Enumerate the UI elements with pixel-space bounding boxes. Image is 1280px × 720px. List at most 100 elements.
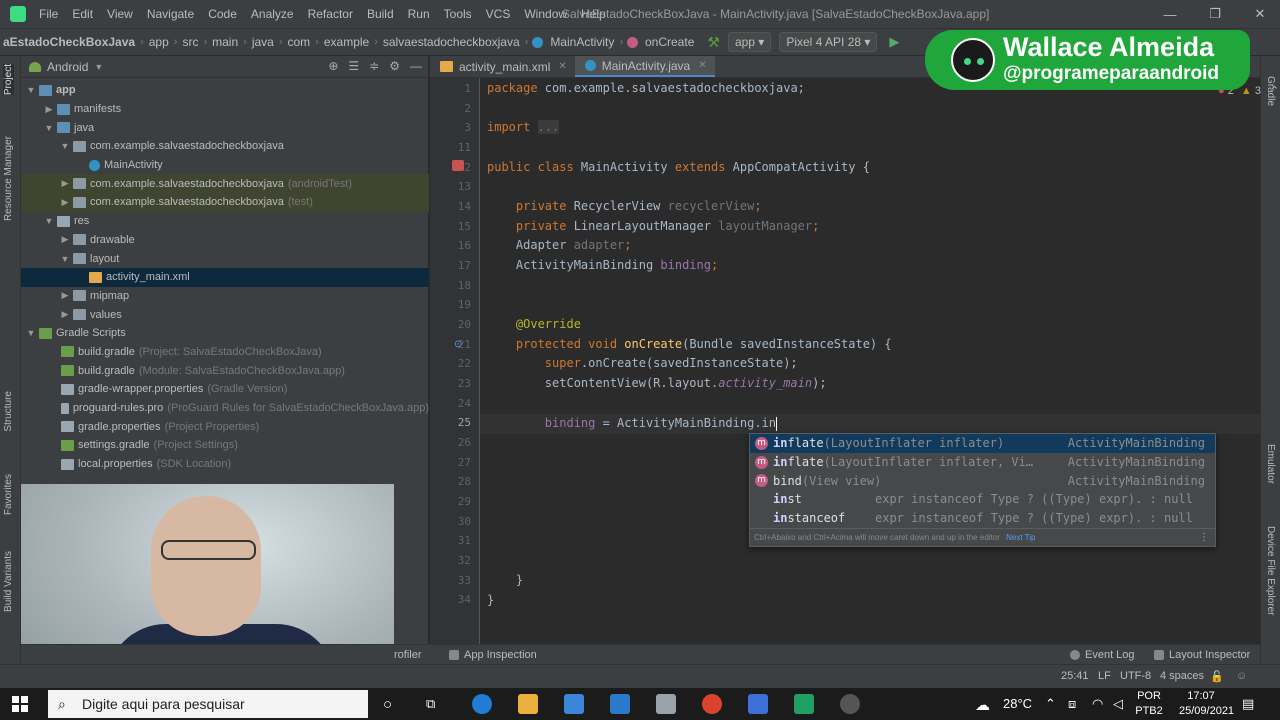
face-icon[interactable]: ☺ bbox=[1236, 670, 1247, 682]
chevron-down-icon[interactable]: ▼ bbox=[94, 62, 103, 72]
chevron-right-icon[interactable]: ▶ bbox=[59, 178, 71, 189]
tree-item-manifests[interactable]: ▶ manifests bbox=[21, 100, 429, 119]
chevron-down-icon[interactable]: ▼ bbox=[43, 216, 55, 226]
close-icon[interactable]: ✕ bbox=[558, 61, 566, 72]
chevron-right-icon[interactable]: ▶ bbox=[43, 104, 55, 115]
tree-item-activity-main-xml[interactable]: activity_main.xml bbox=[21, 267, 429, 287]
code-editor[interactable]: 1 2 3 11 12 13 14 15 16 17 18 19 20 21 2… bbox=[430, 78, 1279, 644]
run-gutter-icon[interactable] bbox=[452, 160, 464, 171]
tab-device-file-explorer[interactable]: Device File Explorer bbox=[1265, 526, 1276, 615]
weather-temperature[interactable]: 28°C bbox=[1003, 696, 1032, 711]
line-separator[interactable]: LF bbox=[1098, 670, 1111, 682]
gear-icon[interactable]: ⚙ bbox=[389, 59, 400, 73]
windows-start-icon[interactable] bbox=[12, 696, 28, 712]
breadcrumb-example[interactable]: example bbox=[321, 35, 372, 49]
menu-code[interactable]: Code bbox=[201, 0, 244, 28]
network-icon[interactable]: ⧈ bbox=[1068, 696, 1076, 712]
project-view-select[interactable]: Android bbox=[47, 60, 88, 74]
tree-item-build-gradle-module[interactable]: build.gradle (Module: SalvaEstadoCheckBox… bbox=[21, 361, 429, 380]
store-icon[interactable] bbox=[564, 694, 584, 714]
tree-item-gradle-scripts[interactable]: ▼ Gradle Scripts bbox=[21, 324, 429, 343]
menu-vcs[interactable]: VCS bbox=[479, 0, 518, 28]
weather-icon[interactable]: ☁ bbox=[975, 696, 990, 714]
menu-tools[interactable]: Tools bbox=[437, 0, 479, 28]
breadcrumb-app[interactable]: app bbox=[146, 35, 172, 49]
chevron-down-icon[interactable]: ▼ bbox=[25, 85, 37, 95]
tree-item-java[interactable]: ▼ java bbox=[21, 118, 429, 137]
breadcrumb-project[interactable]: aEstadoCheckBoxJava bbox=[0, 35, 138, 49]
breadcrumb-package[interactable]: salvaestadocheckboxjava bbox=[380, 35, 523, 49]
completion-item[interactable]: m inflate (LayoutInflater inflater, Vi… … bbox=[750, 453, 1215, 472]
obs-icon[interactable] bbox=[840, 694, 860, 714]
hide-panel-icon[interactable]: — bbox=[410, 59, 422, 73]
tree-item-layout[interactable]: ▼ layout bbox=[21, 249, 429, 268]
hammer-icon[interactable]: ⚒ bbox=[707, 34, 720, 51]
tab-mainactivity-java[interactable]: MainActivity.java ✕ bbox=[574, 56, 715, 77]
chevron-down-icon[interactable]: ▼ bbox=[59, 254, 71, 264]
tab-event-log[interactable]: Event Log bbox=[1070, 649, 1135, 661]
collapse-all-icon[interactable]: ☰ bbox=[348, 59, 359, 73]
language-indicator[interactable]: POR PTB2 bbox=[1134, 688, 1164, 719]
breadcrumb-com[interactable]: com bbox=[285, 35, 314, 49]
notifications-icon[interactable]: ▤ bbox=[1242, 696, 1254, 712]
menu-file[interactable]: File bbox=[32, 0, 65, 28]
tab-activity-main-xml[interactable]: activity_main.xml ✕ bbox=[430, 56, 575, 77]
breadcrumb-method[interactable]: onCreate bbox=[642, 35, 697, 49]
tree-item-mipmap[interactable]: ▶ mipmap bbox=[21, 287, 429, 306]
menu-build[interactable]: Build bbox=[360, 0, 401, 28]
menu-analyze[interactable]: Analyze bbox=[244, 0, 301, 28]
tab-profiler[interactable]: rofiler bbox=[394, 649, 422, 661]
tree-item-gradle-properties[interactable]: gradle.properties (Project Properties) bbox=[21, 417, 429, 436]
tree-item-package-androidtest[interactable]: ▶ com.example.salvaestadocheckboxjava (and… bbox=[21, 174, 429, 194]
tree-item-package[interactable]: ▼ com.example.salvaestadocheckboxjava bbox=[21, 137, 429, 156]
tree-item-gradle-wrapper[interactable]: gradle-wrapper.properties (Gradle Version… bbox=[21, 380, 429, 399]
tab-emulator[interactable]: Emulator bbox=[1265, 444, 1276, 484]
tab-resource-manager[interactable]: Resource Manager bbox=[3, 136, 14, 221]
caret-position[interactable]: 25:41 bbox=[1061, 670, 1089, 682]
chevron-right-icon[interactable]: ▶ bbox=[59, 290, 71, 301]
tab-layout-inspector[interactable]: Layout Inspector bbox=[1154, 649, 1250, 661]
mail-icon[interactable] bbox=[610, 694, 630, 714]
completion-item[interactable]: m inflate (LayoutInflater inflater) Acti… bbox=[750, 434, 1215, 453]
tree-item-mainactivity[interactable]: MainActivity bbox=[21, 156, 429, 175]
chevron-down-icon[interactable]: ▼ bbox=[43, 123, 55, 133]
maximize-button[interactable]: ❐ bbox=[1195, 0, 1235, 28]
tab-structure[interactable]: Structure bbox=[3, 391, 14, 432]
code-completion-popup[interactable]: m inflate (LayoutInflater inflater) Acti… bbox=[749, 433, 1216, 547]
chrome-icon[interactable] bbox=[702, 694, 722, 714]
menu-view[interactable]: View bbox=[100, 0, 140, 28]
close-icon[interactable]: ✕ bbox=[698, 60, 706, 71]
completion-item[interactable]: m bind (View view) ActivityMainBinding bbox=[750, 471, 1215, 490]
tree-item-values[interactable]: ▶ values bbox=[21, 305, 429, 324]
folded-imports[interactable]: ... bbox=[537, 120, 560, 134]
file-encoding[interactable]: UTF-8 bbox=[1120, 670, 1151, 682]
menu-edit[interactable]: Edit bbox=[65, 0, 100, 28]
minimize-button[interactable]: — bbox=[1150, 0, 1190, 28]
tab-build-variants[interactable]: Build Variants bbox=[3, 551, 14, 612]
tab-favorites[interactable]: Favorites bbox=[3, 474, 14, 515]
breadcrumb-class[interactable]: MainActivity bbox=[547, 35, 617, 49]
android-studio-icon[interactable] bbox=[748, 694, 768, 714]
chevron-down-icon[interactable]: ▼ bbox=[25, 328, 37, 338]
indent-setting[interactable]: 4 spaces bbox=[1160, 670, 1204, 682]
system-clock[interactable]: 17:07 25/09/2021 bbox=[1179, 688, 1234, 719]
lock-icon[interactable]: 🔓 bbox=[1210, 670, 1224, 683]
green-app-icon[interactable] bbox=[794, 694, 814, 714]
snipping-tool-icon[interactable] bbox=[656, 694, 676, 714]
wifi-icon[interactable]: ◠ bbox=[1092, 696, 1103, 712]
breadcrumb-java[interactable]: java bbox=[249, 35, 277, 49]
chevron-up-icon[interactable]: ⌃ bbox=[1270, 85, 1279, 97]
task-view-icon[interactable]: ⧉ bbox=[426, 696, 435, 712]
code-area[interactable]: package com.example.salvaestadocheckboxj… bbox=[480, 78, 1279, 644]
tree-item-build-gradle-project[interactable]: build.gradle (Project: SalvaEstadoCheckBo… bbox=[21, 343, 429, 362]
tab-project[interactable]: Project bbox=[3, 64, 14, 96]
chevron-right-icon[interactable]: ▶ bbox=[59, 197, 71, 208]
chevron-right-icon[interactable]: ▶ bbox=[59, 309, 71, 320]
locate-icon[interactable]: ⊕ bbox=[328, 59, 338, 73]
close-button[interactable]: ✕ bbox=[1240, 0, 1280, 28]
file-explorer-icon[interactable] bbox=[518, 694, 538, 714]
edge-icon[interactable] bbox=[472, 694, 492, 714]
run-icon[interactable]: ▶ bbox=[889, 34, 899, 50]
cortana-icon[interactable]: ○ bbox=[383, 696, 392, 713]
tree-item-package-test[interactable]: ▶ com.example.salvaestadocheckboxjava (tes… bbox=[21, 193, 429, 212]
